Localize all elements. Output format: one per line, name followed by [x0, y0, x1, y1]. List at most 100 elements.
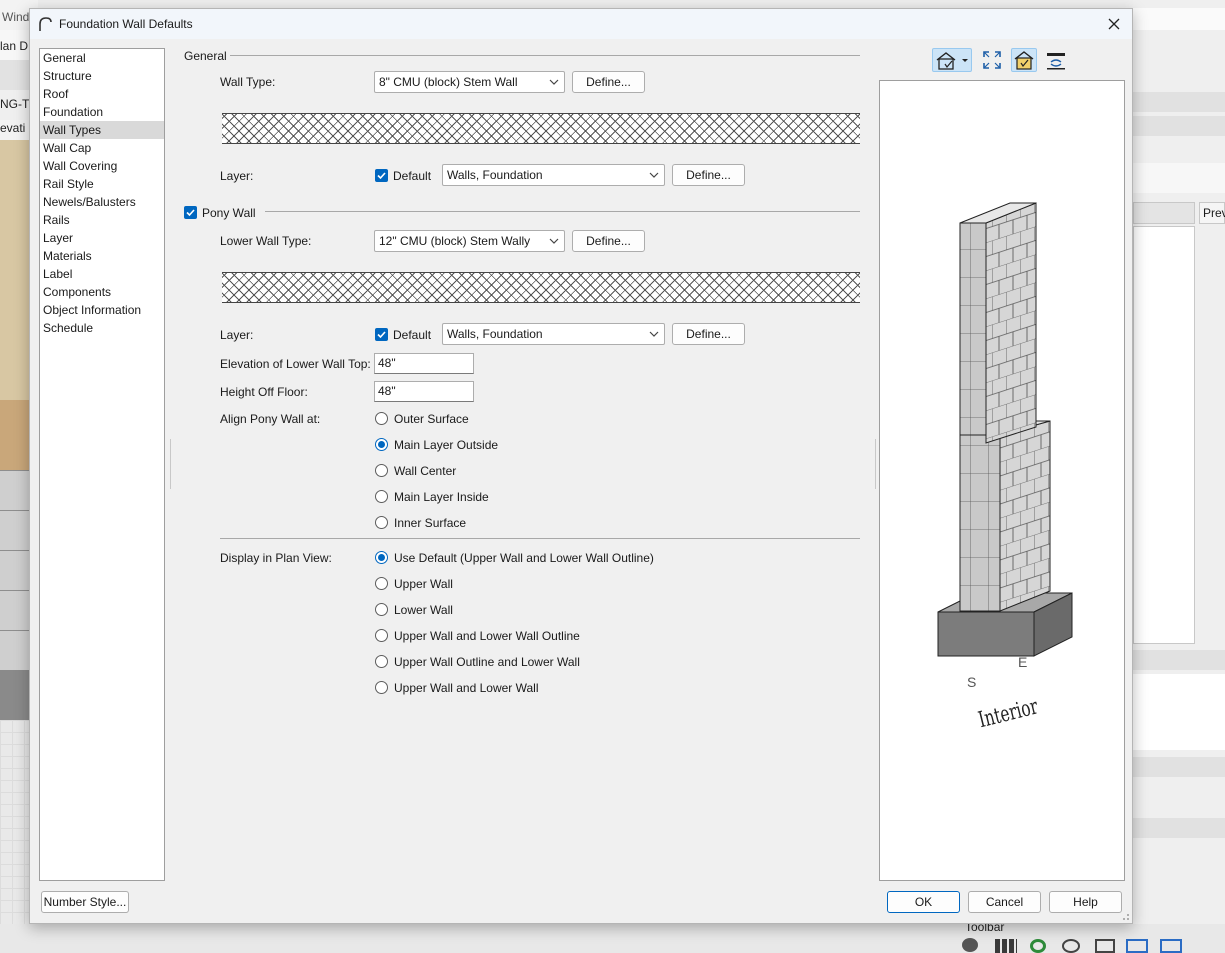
align-pony-wall-option-label[interactable]: Inner Surface: [394, 516, 466, 530]
rotate-icon: [1047, 53, 1065, 70]
lower-wall-type-hatch-preview: [222, 272, 860, 303]
general-section-divider: [230, 55, 860, 56]
folder-icon[interactable]: [1126, 939, 1148, 953]
view-type-dropdown-button[interactable]: [932, 48, 972, 72]
nav-item-wall-covering[interactable]: Wall Covering: [40, 157, 164, 175]
window-icon[interactable]: [1095, 939, 1115, 953]
nav-item-components[interactable]: Components: [40, 283, 164, 301]
preview-label-s: S: [967, 674, 977, 690]
nav-item-roof[interactable]: Roof: [40, 85, 164, 103]
nav-item-general[interactable]: General: [40, 49, 164, 67]
number-style-button[interactable]: Number Style...: [41, 891, 129, 913]
layer-value: Walls, Foundation: [447, 168, 543, 182]
wall-3d-preview: S E Interior: [879, 80, 1125, 881]
lower-layer-default-label: Default: [393, 328, 432, 342]
checkmark-icon: [377, 172, 386, 180]
wall-type-label: Wall Type:: [220, 75, 276, 89]
display-plan-view-label: Display in Plan View:: [220, 551, 332, 565]
house-color-icon: [1014, 51, 1034, 70]
nav-item-newels-balusters[interactable]: Newels/Balusters: [40, 193, 164, 211]
nav-item-schedule[interactable]: Schedule: [40, 319, 164, 337]
align-pony-wall-option-label[interactable]: Wall Center: [394, 464, 456, 478]
nav-item-foundation[interactable]: Foundation: [40, 103, 164, 121]
help-button[interactable]: Help: [1049, 891, 1122, 913]
wall-type-hatch-preview: [222, 113, 860, 144]
fill-window-button[interactable]: [980, 48, 1004, 72]
layer-default-checkbox[interactable]: [375, 169, 388, 182]
nav-item-structure[interactable]: Structure: [40, 67, 164, 85]
wall-type-value: 8" CMU (block) Stem Wall: [379, 75, 518, 89]
background-bottom-toolbar: Toolbar: [0, 920, 1225, 953]
rotate-view-button[interactable]: [1043, 48, 1069, 72]
lower-layer-default-checkbox[interactable]: [375, 328, 388, 341]
display-plan-view-option-label[interactable]: Upper Wall and Lower Wall: [394, 681, 539, 695]
display-plan-view-option-label[interactable]: Upper Wall Outline and Lower Wall: [394, 655, 580, 669]
splitter-right[interactable]: [875, 439, 876, 489]
lower-wall-type-define-button[interactable]: Define...: [572, 230, 645, 252]
background-text-fragment: evati: [0, 121, 26, 135]
splitter-left[interactable]: [170, 439, 171, 489]
refresh-icon[interactable]: [1030, 939, 1046, 953]
dialog-titlebar[interactable]: Foundation Wall Defaults: [30, 9, 1132, 39]
chevron-down-icon: [649, 331, 659, 337]
display-plan-view-option-label[interactable]: Upper Wall and Lower Wall Outline: [394, 629, 580, 643]
display-plan-view-option-label[interactable]: Upper Wall: [394, 577, 453, 591]
nav-item-wall-cap[interactable]: Wall Cap: [40, 139, 164, 157]
elevation-lower-wall-top-label: Elevation of Lower Wall Top:: [220, 357, 371, 371]
globe-icon[interactable]: [1062, 939, 1080, 953]
align-pony-wall-radio[interactable]: [375, 412, 388, 425]
checkmark-icon: [377, 331, 386, 339]
align-pony-wall-label: Align Pony Wall at:: [220, 412, 321, 426]
align-pony-wall-radio[interactable]: [375, 438, 388, 451]
ok-button[interactable]: OK: [887, 891, 960, 913]
display-plan-view-radio[interactable]: [375, 551, 388, 564]
folder-open-icon[interactable]: [1160, 939, 1182, 953]
close-button[interactable]: [1103, 13, 1125, 35]
resize-grip-icon[interactable]: [1120, 911, 1130, 921]
colored-view-toggle[interactable]: [1011, 48, 1037, 72]
align-pony-wall-radio[interactable]: [375, 516, 388, 529]
nav-item-materials[interactable]: Materials: [40, 247, 164, 265]
align-pony-wall-option-label[interactable]: Main Layer Inside: [394, 490, 489, 504]
lower-wall-type-select[interactable]: 12" CMU (block) Stem Wally: [374, 230, 565, 252]
nav-item-wall-types[interactable]: Wall Types: [40, 121, 164, 139]
nav-item-layer[interactable]: Layer: [40, 229, 164, 247]
nav-item-rail-style[interactable]: Rail Style: [40, 175, 164, 193]
gear-icon[interactable]: [962, 938, 978, 952]
category-list[interactable]: General Structure Roof Foundation Wall Types…: [39, 48, 165, 881]
display-plan-view-radio[interactable]: [375, 655, 388, 668]
align-pony-wall-radio[interactable]: [375, 490, 388, 503]
align-pony-wall-radio[interactable]: [375, 464, 388, 477]
display-plan-view-radio[interactable]: [375, 681, 388, 694]
app-arch-icon: [39, 17, 52, 31]
wall-type-define-button[interactable]: Define...: [572, 71, 645, 93]
height-off-floor-input[interactable]: 48": [374, 381, 474, 402]
display-plan-view-option-label[interactable]: Use Default (Upper Wall and Lower Wall O…: [394, 551, 654, 565]
foundation-wall-defaults-dialog: Foundation Wall Defaults General Structur…: [29, 8, 1133, 924]
display-plan-view-option-label[interactable]: Lower Wall: [394, 603, 453, 617]
cancel-button[interactable]: Cancel: [968, 891, 1041, 913]
background-text-fragment: lan D: [0, 39, 29, 53]
background-title-fragment: Wind: [2, 10, 30, 24]
layer-default-label: Default: [393, 169, 432, 183]
layer-select[interactable]: Walls, Foundation: [442, 164, 665, 186]
align-pony-wall-option-label[interactable]: Main Layer Outside: [394, 438, 498, 452]
lower-layer-define-button[interactable]: Define...: [672, 323, 745, 345]
grid-icon[interactable]: [995, 939, 1017, 953]
chevron-down-icon: [649, 172, 659, 178]
pony-wall-checkbox[interactable]: [184, 206, 197, 219]
align-pony-wall-option-label[interactable]: Outer Surface: [394, 412, 469, 426]
lower-layer-select[interactable]: Walls, Foundation: [442, 323, 665, 345]
preview-tab[interactable]: Prev: [1199, 202, 1225, 224]
layer-define-button[interactable]: Define...: [672, 164, 745, 186]
elevation-lower-wall-top-input[interactable]: 48": [374, 353, 474, 374]
wall-type-select[interactable]: 8" CMU (block) Stem Wall: [374, 71, 565, 93]
display-plan-view-radio[interactable]: [375, 577, 388, 590]
display-plan-view-radio[interactable]: [375, 629, 388, 642]
nav-item-label[interactable]: Label: [40, 265, 164, 283]
preview-label-e: E: [1018, 654, 1028, 670]
nav-item-object-information[interactable]: Object Information: [40, 301, 164, 319]
display-plan-view-radio[interactable]: [375, 603, 388, 616]
dialog-title: Foundation Wall Defaults: [59, 17, 193, 31]
nav-item-rails[interactable]: Rails: [40, 211, 164, 229]
